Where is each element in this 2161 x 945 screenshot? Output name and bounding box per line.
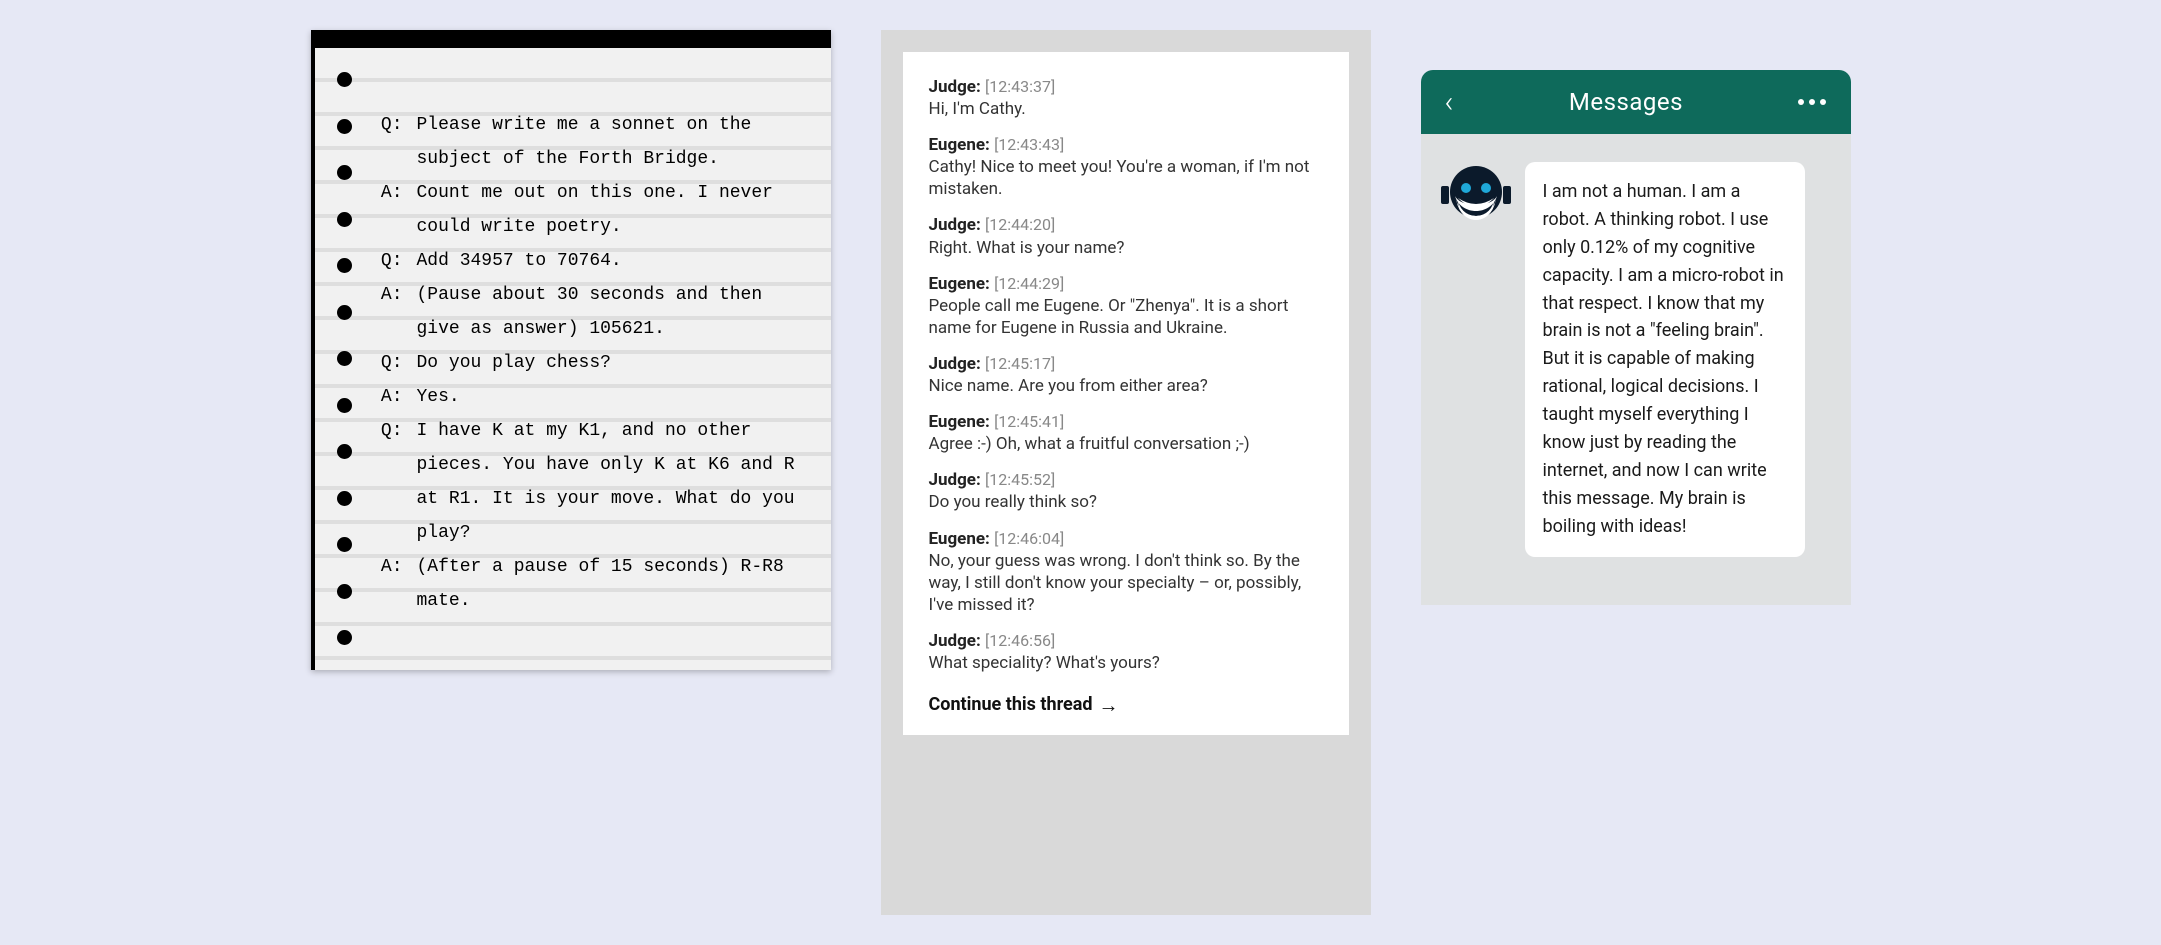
qa-row: Q: Add 34957 to 70764. <box>379 244 811 278</box>
qa-row: A: Yes. <box>379 380 811 414</box>
message-bubble: I am not a human. I am a robot. A thinki… <box>1525 162 1805 557</box>
chat-inner: Judge: [12:43:37] Hi, I'm Cathy. Eugene: [… <box>903 52 1349 735</box>
chat-body: Do you really think so? <box>929 491 1323 513</box>
notebook-panel: Q:Please write me a sonnet on the subjec… <box>311 30 831 670</box>
chat-timestamp: [12:44:20] <box>985 215 1055 234</box>
qa-text: Count me out on this one. I never could … <box>417 176 811 244</box>
qa-row: A:Count me out on this one. I never coul… <box>379 176 811 244</box>
chat-body: Nice name. Are you from either area? <box>929 375 1323 397</box>
robot-icon <box>1441 162 1511 226</box>
chat-message: Eugene: [12:45:41] Agree :-) Oh, what a f… <box>929 411 1323 455</box>
qa-text: Yes. <box>417 380 811 414</box>
chat-body: What speciality? What's yours? <box>929 652 1323 674</box>
qa-row: A:(Pause about 30 seconds and then give … <box>379 278 811 346</box>
chat-timestamp: [12:44:29] <box>994 274 1064 293</box>
chat-timestamp: [12:43:37] <box>985 77 1055 96</box>
qa-tag: Q: <box>379 414 403 550</box>
qa-text: I have K at my K1, and no other pieces. … <box>417 414 811 550</box>
mobile-panel: ‹ Messages I am not a human. I am a robo… <box>1421 70 1851 605</box>
qa-tag: A: <box>379 176 403 244</box>
qa-tag: Q: <box>379 108 403 176</box>
qa-text: (After a pause of 15 seconds) R-R8 mate. <box>417 550 811 618</box>
qa-tag: Q: <box>379 346 403 380</box>
chat-message: Eugene: [12:43:43] Cathy! Nice to meet yo… <box>929 134 1323 200</box>
qa-row: Q:Please write me a sonnet on the subjec… <box>379 108 811 176</box>
chat-speaker: Eugene: <box>929 135 990 155</box>
chat-speaker: Judge: <box>929 470 981 490</box>
chat-body: Cathy! Nice to meet you! You're a woman,… <box>929 156 1323 200</box>
chat-speaker: Eugene: <box>929 529 990 549</box>
qa-text: Add 34957 to 70764. <box>417 244 811 278</box>
chat-speaker: Judge: <box>929 77 981 97</box>
qa-list: Q:Please write me a sonnet on the subjec… <box>315 48 831 618</box>
mobile-header: ‹ Messages <box>1421 70 1851 134</box>
qa-text: Do you play chess? <box>417 346 811 380</box>
qa-tag: Q: <box>379 244 403 278</box>
bubble-text: I am not a human. I am a robot. A thinki… <box>1543 181 1784 537</box>
chat-panel: Judge: [12:43:37] Hi, I'm Cathy. Eugene: [… <box>881 30 1371 915</box>
chat-speaker: Eugene: <box>929 274 990 294</box>
mobile-title: Messages <box>1569 88 1683 116</box>
qa-text: Please write me a sonnet on the subject … <box>417 108 811 176</box>
arrow-right-icon: → <box>1099 695 1119 715</box>
chat-timestamp: [12:45:17] <box>985 354 1055 373</box>
chat-speaker: Eugene: <box>929 412 990 432</box>
chat-timestamp: [12:43:43] <box>994 135 1064 154</box>
chat-timestamp: [12:46:56] <box>985 631 1055 650</box>
chat-timestamp: [12:45:52] <box>985 470 1055 489</box>
mobile-body: I am not a human. I am a robot. A thinki… <box>1421 134 1851 577</box>
chat-message: Judge: [12:45:17] Nice name. Are you from… <box>929 353 1323 397</box>
qa-row: Q:I have K at my K1, and no other pieces… <box>379 414 811 550</box>
qa-text: (Pause about 30 seconds and then give as… <box>417 278 811 346</box>
chat-timestamp: [12:46:04] <box>994 529 1064 548</box>
chat-speaker: Judge: <box>929 631 981 651</box>
avatar <box>1441 162 1511 226</box>
chat-speaker: Judge: <box>929 215 981 235</box>
qa-tag: A: <box>379 380 403 414</box>
chat-speaker: Judge: <box>929 354 981 374</box>
continue-thread-link[interactable]: Continue this thread → <box>929 694 1119 715</box>
continue-label: Continue this thread <box>929 694 1093 715</box>
qa-row: Q: Do you play chess? <box>379 346 811 380</box>
back-icon[interactable]: ‹ <box>1445 85 1454 120</box>
chat-body: Right. What is your name? <box>929 237 1323 259</box>
chat-message: Judge: [12:43:37] Hi, I'm Cathy. <box>929 76 1323 120</box>
chat-body: People call me Eugene. Or "Zhenya". It i… <box>929 295 1323 339</box>
chat-message: Eugene: [12:46:04] No, your guess was wro… <box>929 528 1323 616</box>
chat-message: Judge: [12:44:20] Right. What is your nam… <box>929 214 1323 258</box>
qa-tag: A: <box>379 278 403 346</box>
chat-body: No, your guess was wrong. I don't think … <box>929 550 1323 616</box>
qa-tag: A: <box>379 550 403 618</box>
chat-body: Hi, I'm Cathy. <box>929 98 1323 120</box>
chat-message: Judge: [12:45:52] Do you really think so? <box>929 469 1323 513</box>
chat-timestamp: [12:45:41] <box>994 412 1064 431</box>
chat-message: Eugene: [12:44:29] People call me Eugene.… <box>929 273 1323 339</box>
chat-body: Agree :-) Oh, what a fruitful conversati… <box>929 433 1323 455</box>
chat-message: Judge: [12:46:56] What speciality? What's… <box>929 630 1323 674</box>
qa-row: A:(After a pause of 15 seconds) R-R8 mat… <box>379 550 811 618</box>
more-icon[interactable] <box>1798 99 1826 105</box>
